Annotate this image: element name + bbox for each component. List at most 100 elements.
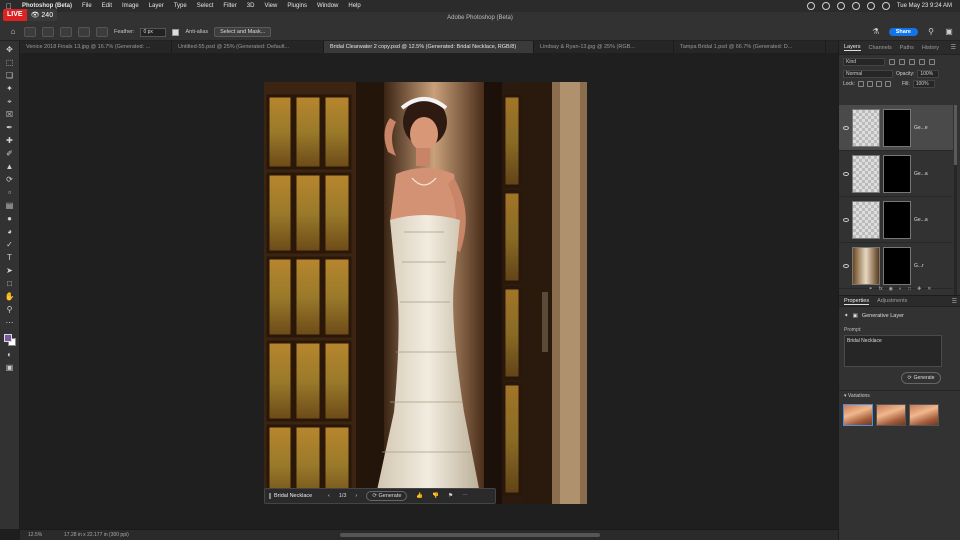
menu-view[interactable]: View — [264, 3, 277, 9]
flag-icon[interactable]: ⚑ — [448, 493, 453, 499]
taskbar-prompt[interactable]: Bridal Necklace — [269, 493, 319, 499]
layer-row[interactable]: Ge...a — [839, 151, 953, 197]
quick-select-tool-icon[interactable]: ✦ — [5, 84, 15, 94]
lock-transparency-icon[interactable] — [857, 81, 864, 87]
tab-paths[interactable]: Paths — [900, 45, 914, 51]
stamp-tool-icon[interactable]: ▲ — [5, 162, 15, 172]
path-select-tool-icon[interactable]: ➤ — [5, 266, 15, 276]
antialias-checkbox[interactable] — [172, 28, 180, 36]
menu-plugins[interactable]: Plugins — [287, 3, 307, 9]
menu-window[interactable]: Window — [317, 3, 338, 9]
canvas-area[interactable] — [20, 53, 838, 529]
lock-all-icon[interactable] — [884, 81, 891, 87]
lasso-preset-button[interactable] — [24, 27, 36, 37]
filter-adjustment-icon[interactable] — [899, 59, 905, 65]
workspace-icon[interactable]: ▣ — [944, 27, 954, 37]
doc-tab[interactable]: Tampa Bridal 1.psd @ 66.7% (Generated: D… — [674, 41, 826, 53]
tab-history[interactable]: History — [922, 45, 939, 51]
search-icon[interactable]: ⚲ — [926, 27, 936, 37]
menu-image[interactable]: Image — [122, 3, 139, 9]
visibility-eye-icon[interactable] — [843, 125, 849, 130]
new-selection-button[interactable] — [42, 27, 54, 37]
tray-status-icon[interactable] — [806, 2, 815, 10]
delete-layer-icon[interactable]: ✕ — [927, 286, 931, 292]
document-size[interactable]: 17.28 in x 22.177 in (300 ppi) — [64, 532, 129, 538]
tab-channels[interactable]: Channels — [869, 45, 892, 51]
share-button[interactable]: Share — [888, 28, 918, 36]
menu-select[interactable]: Select — [197, 3, 214, 9]
document-canvas[interactable] — [264, 82, 587, 504]
screen-mode-icon[interactable]: ▣ — [5, 363, 15, 373]
layer-name[interactable]: Ge...a — [914, 217, 928, 223]
healing-tool-icon[interactable]: ✚ — [5, 136, 15, 146]
doc-tab[interactable]: Venice 2018 Finals 13.jpg @ 16.7% (Gener… — [20, 41, 172, 53]
lasso-tool-icon[interactable]: ❏ — [5, 71, 15, 81]
type-tool-icon[interactable]: T — [5, 253, 15, 263]
blend-mode-select[interactable]: Normal — [843, 70, 893, 78]
doc-tab[interactable]: Untitled-55.psd @ 25% (Generated: Defaul… — [172, 41, 324, 53]
layer-name[interactable]: Ge...a — [914, 171, 928, 177]
next-variation-icon[interactable]: › — [356, 493, 358, 499]
properties-menu-icon[interactable]: ☰ — [952, 298, 957, 305]
brush-tool-icon[interactable]: ✐ — [5, 149, 15, 159]
new-group-icon[interactable]: □ — [908, 286, 911, 292]
add-mask-icon[interactable]: ◉ — [889, 286, 893, 292]
color-swatches[interactable] — [3, 333, 17, 347]
thumbs-up-icon[interactable]: 👍 — [416, 493, 423, 499]
zoom-tool-icon[interactable]: ⚲ — [5, 305, 15, 315]
new-layer-icon[interactable]: ✚ — [917, 286, 921, 292]
layer-name[interactable]: Ge...e — [914, 125, 928, 131]
layer-row[interactable]: Ge...a — [839, 197, 953, 243]
filter-smart-object-icon[interactable] — [929, 59, 935, 65]
select-and-mask-button[interactable]: Select and Mask... — [214, 27, 272, 37]
thumbs-down-icon[interactable]: 👎 — [432, 493, 439, 499]
more-options-icon[interactable]: ⋯ — [462, 493, 468, 499]
taskbar-generate-button[interactable]: ⟳ Generate — [366, 491, 408, 501]
marquee-tool-icon[interactable]: ⬚ — [5, 58, 15, 68]
eyedropper-tool-icon[interactable]: ✒ — [5, 123, 15, 133]
eraser-tool-icon[interactable]: ▫ — [5, 188, 15, 198]
horizontal-scrollbar[interactable] — [340, 533, 600, 537]
visibility-eye-icon[interactable] — [843, 171, 849, 176]
link-layers-icon[interactable]: ⚭ — [869, 286, 873, 292]
move-tool-icon[interactable]: ✥ — [5, 45, 15, 55]
menu-file[interactable]: File — [82, 3, 92, 9]
tray-notification-icon[interactable] — [836, 2, 845, 10]
menu-type[interactable]: Type — [174, 3, 187, 9]
layer-name[interactable]: G...r — [914, 263, 924, 269]
history-brush-icon[interactable]: ⟳ — [5, 175, 15, 185]
variation-thumbnail[interactable] — [876, 404, 906, 426]
tray-wifi-icon[interactable] — [866, 2, 875, 10]
fill-input[interactable]: 100% — [912, 80, 935, 88]
layers-scrollbar-thumb[interactable] — [954, 105, 957, 165]
variation-thumbnail[interactable] — [909, 404, 939, 426]
layer-mask-thumbnail[interactable] — [883, 246, 911, 285]
visibility-eye-icon[interactable] — [843, 217, 849, 222]
doc-tab-active[interactable]: Bridal Clearwater 2 copy.psd @ 12.5% (Ge… — [324, 41, 534, 53]
prompt-textarea[interactable]: Bridal Necklace — [844, 335, 942, 367]
layer-row[interactable]: G...r — [839, 243, 953, 289]
zoom-level[interactable]: 12.5% — [28, 532, 50, 538]
tab-properties[interactable]: Properties — [844, 298, 870, 305]
menu-3d[interactable]: 3D — [247, 3, 255, 9]
feather-input[interactable]: 0 px — [140, 27, 167, 37]
intersect-selection-button[interactable] — [96, 27, 108, 37]
previous-variation-icon[interactable]: ‹ — [328, 493, 330, 499]
tray-sync-icon[interactable] — [821, 2, 830, 10]
layer-mask-thumbnail[interactable] — [883, 154, 911, 193]
menu-help[interactable]: Help — [348, 3, 360, 9]
adjustment-layer-icon[interactable]: ◐ — [899, 286, 902, 292]
foreground-color-swatch[interactable] — [3, 334, 12, 342]
layers-scrollbar[interactable] — [954, 105, 957, 303]
filter-shape-icon[interactable] — [919, 59, 925, 65]
layer-mask-thumbnail[interactable] — [883, 108, 911, 147]
menu-filter[interactable]: Filter — [223, 3, 236, 9]
menubar-clock[interactable]: Tue May 23 9:24 AM — [897, 3, 952, 9]
panel-menu-icon[interactable]: ☰ — [951, 44, 956, 51]
lock-position-icon[interactable] — [875, 81, 882, 87]
tab-layers[interactable]: Layers — [844, 44, 861, 51]
layer-kind-filter[interactable]: Kind — [843, 58, 885, 66]
shape-tool-icon[interactable]: □ — [5, 279, 15, 289]
blur-tool-icon[interactable]: ● — [5, 214, 15, 224]
layer-mask-thumbnail[interactable] — [883, 200, 911, 239]
